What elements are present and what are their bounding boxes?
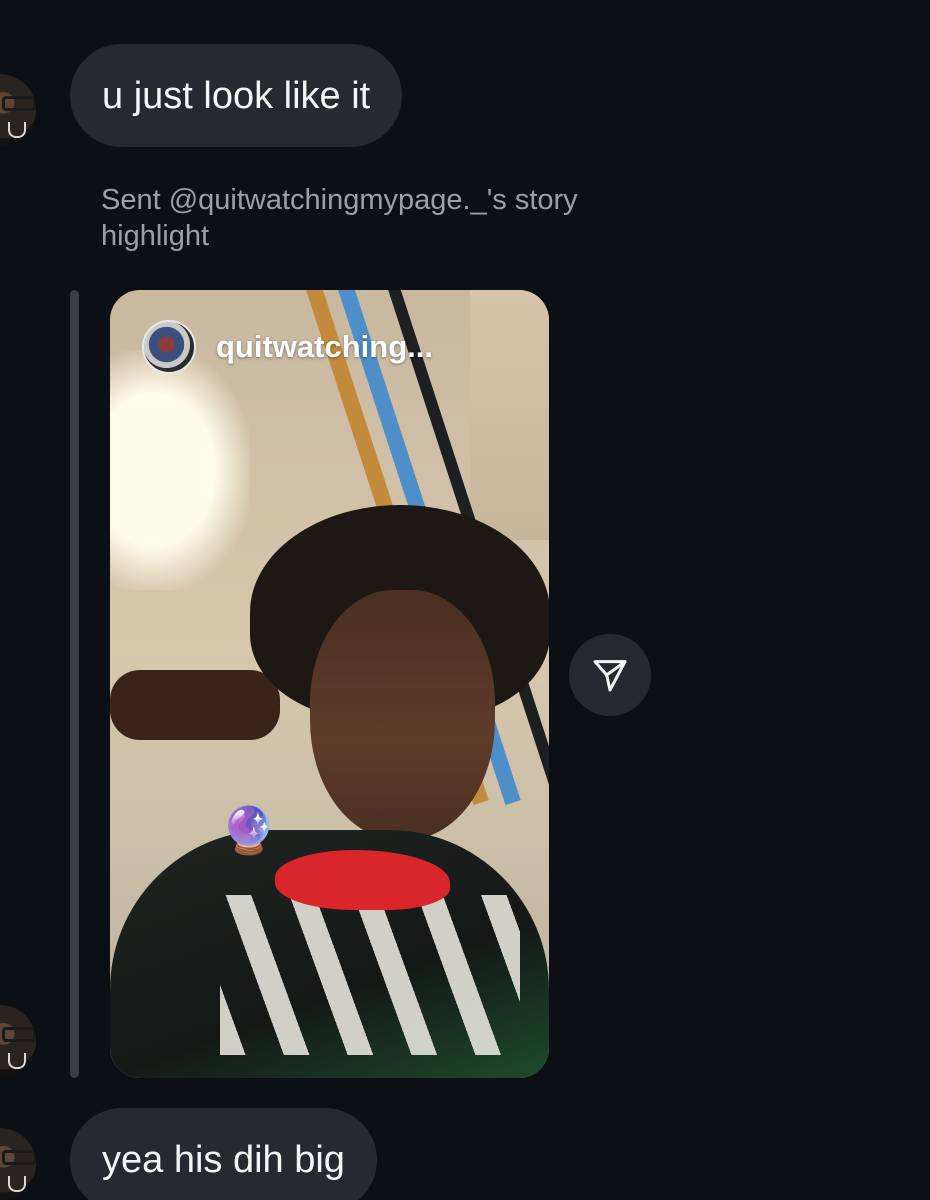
story-share-caption: Sent @quitwatchingmypage._'s story highl… [101, 184, 578, 252]
story-highlight-card[interactable]: 🔮 quitwatching... [110, 290, 549, 1078]
sender-avatar[interactable] [0, 1128, 36, 1200]
chat-thread: u just look like it Sent @quitwatchingmy… [0, 0, 930, 1200]
story-author-avatar [142, 320, 196, 374]
sender-avatar[interactable] [0, 1005, 36, 1077]
paper-plane-icon [593, 660, 627, 692]
message-text: u just look like it [102, 74, 371, 117]
story-username: quitwatching... [216, 329, 433, 364]
crystal-ball-icon: 🔮 [220, 804, 278, 856]
sender-avatar[interactable] [0, 74, 36, 146]
message-bubble[interactable]: yea his dih big [70, 1108, 377, 1200]
reply-bar [70, 290, 79, 1078]
message-text: yea his dih big [102, 1139, 345, 1181]
share-button[interactable] [569, 634, 651, 716]
story-header: quitwatching... [142, 320, 433, 374]
message-bubble[interactable]: u just look like it [70, 44, 403, 147]
